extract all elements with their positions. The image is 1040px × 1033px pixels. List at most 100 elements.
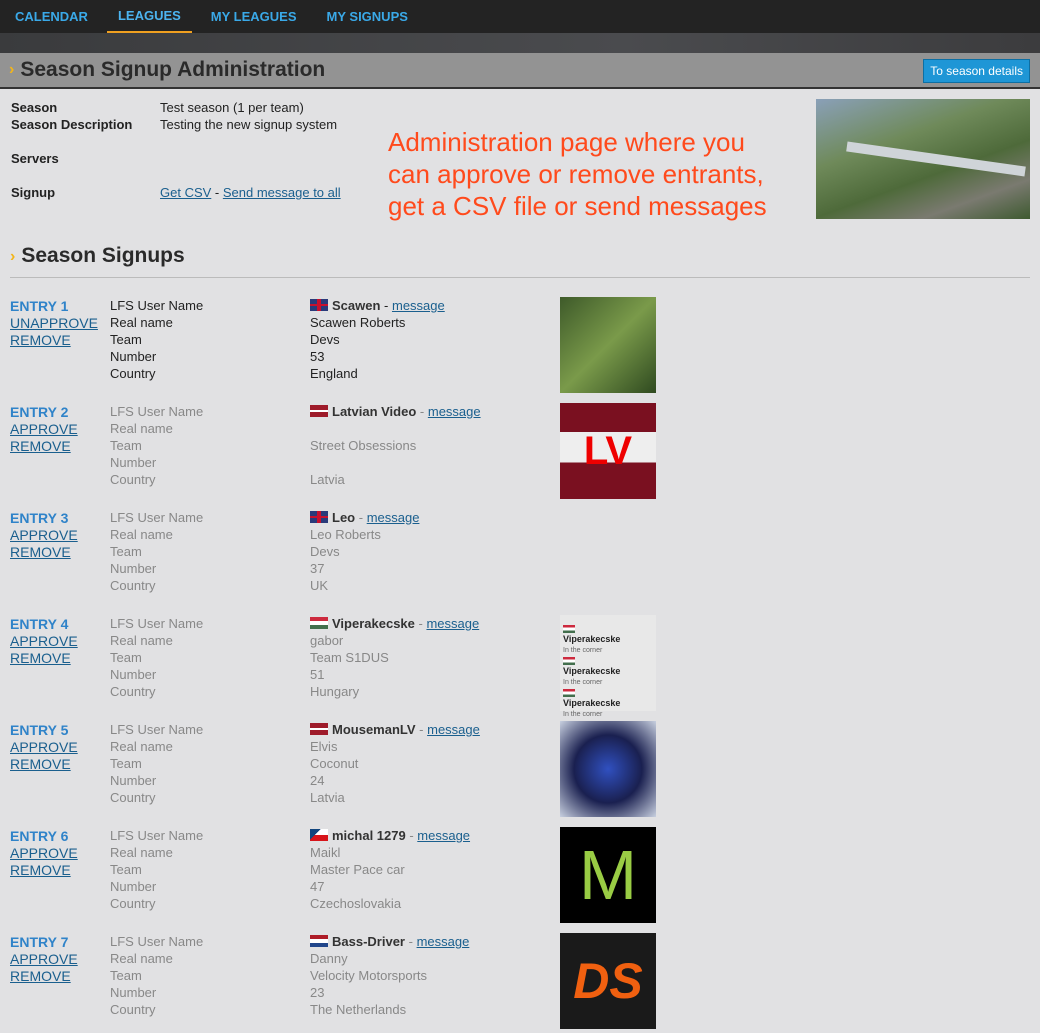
approve-link[interactable]: APPROVE xyxy=(10,421,78,438)
lfs-user-name: Leo xyxy=(332,510,356,525)
remove-link[interactable]: REMOVE xyxy=(10,756,78,773)
promo-line: get a CSV file or send messages xyxy=(388,191,767,221)
avatar-subtext: In the corner xyxy=(563,647,603,654)
user-name-row: MousemanLV - message xyxy=(310,721,480,738)
message-link[interactable]: message xyxy=(392,298,445,313)
nav-my-leagues[interactable]: MY LEAGUES xyxy=(200,0,308,33)
entry-title: ENTRY 7 xyxy=(10,934,69,950)
approve-link[interactable]: APPROVE xyxy=(10,739,78,756)
nav-my-signups[interactable]: MY SIGNUPS xyxy=(316,0,419,33)
field-label: Country xyxy=(110,472,156,487)
flag-icon xyxy=(310,299,328,311)
field-label: Team xyxy=(110,862,142,877)
desc-value: Testing the new signup system xyxy=(160,117,338,132)
send-message-all-link[interactable]: Send message to all xyxy=(223,185,341,200)
user-name-row: Leo - message xyxy=(310,509,419,526)
message-link[interactable]: message xyxy=(426,616,479,631)
field-real: Leo Roberts xyxy=(310,527,381,542)
field-number: 47 xyxy=(310,879,325,894)
user-name-row: michal 1279 - message xyxy=(310,827,470,844)
avatar: DS xyxy=(560,933,656,1029)
field-label: Real name xyxy=(110,633,173,648)
avatar-text: Viperakecske xyxy=(563,634,621,644)
signups-header: › Season Signups xyxy=(10,244,1030,278)
avatar: LV xyxy=(560,403,656,499)
chevron-icon: › xyxy=(9,61,15,78)
field-country: UK xyxy=(310,578,329,593)
page-title: Season Signup Administration xyxy=(20,58,326,81)
signup-entry: ENTRY 6 APPROVE REMOVE LFS User Name Real na… xyxy=(10,827,660,927)
field-number: 23 xyxy=(310,985,325,1000)
approve-link[interactable]: APPROVE xyxy=(10,845,78,862)
message-link[interactable]: message xyxy=(417,828,470,843)
remove-link[interactable]: REMOVE xyxy=(10,332,98,349)
lfs-user-name: michal 1279 xyxy=(332,828,406,843)
field-real: Maikl xyxy=(310,845,341,860)
field-team: Devs xyxy=(310,544,340,559)
field-real: Danny xyxy=(310,951,348,966)
flag-icon xyxy=(563,689,575,697)
entry-title: ENTRY 4 xyxy=(10,616,69,632)
title-bar: › Season Signup Administration To season… xyxy=(0,53,1040,89)
flag-icon xyxy=(563,625,575,633)
field-team: Devs xyxy=(310,332,340,347)
flag-icon xyxy=(310,829,328,841)
signup-entry: ENTRY 3 APPROVE REMOVE LFS User Name Real na… xyxy=(10,509,660,609)
message-link[interactable]: message xyxy=(417,934,470,949)
field-label: Number xyxy=(110,773,157,788)
field-label: Real name xyxy=(110,527,173,542)
remove-link[interactable]: REMOVE xyxy=(10,650,78,667)
signup-label: Signup xyxy=(11,185,56,200)
entry-title: ENTRY 5 xyxy=(10,722,69,738)
avatar: M xyxy=(560,827,656,923)
remove-link[interactable]: REMOVE xyxy=(10,862,78,879)
message-link[interactable]: message xyxy=(367,510,420,525)
unapprove-link[interactable]: UNAPPROVE xyxy=(10,315,98,332)
nav-calendar[interactable]: CALENDAR xyxy=(4,0,99,33)
season-details-button[interactable]: To season details xyxy=(923,59,1030,83)
field-label: Team xyxy=(110,332,142,347)
field-label: Real name xyxy=(110,315,173,330)
field-real: Elvis xyxy=(310,739,338,754)
get-csv-link[interactable]: Get CSV xyxy=(160,185,211,200)
user-name-row: Scawen - message xyxy=(310,297,445,314)
flag-icon xyxy=(310,511,328,523)
field-number: 51 xyxy=(310,667,325,682)
message-link[interactable]: message xyxy=(428,404,481,419)
servers-label: Servers xyxy=(11,151,59,166)
field-country: Hungary xyxy=(310,684,360,699)
avatar xyxy=(560,721,656,817)
message-link[interactable]: message xyxy=(427,722,480,737)
field-country: The Netherlands xyxy=(310,1002,407,1017)
user-name-row: Bass-Driver - message xyxy=(310,933,469,950)
nav-leagues[interactable]: LEAGUES xyxy=(106,0,192,33)
field-label: Real name xyxy=(110,739,173,754)
season-value: Test season (1 per team) xyxy=(160,100,304,115)
avatar-subtext: In the corner xyxy=(563,711,603,718)
field-country: Latvia xyxy=(310,472,345,487)
field-label: LFS User Name xyxy=(110,404,204,419)
remove-link[interactable]: REMOVE xyxy=(10,968,78,985)
approve-link[interactable]: APPROVE xyxy=(10,633,78,650)
field-number: 37 xyxy=(310,561,325,576)
avatar-text: Viperakecske xyxy=(563,666,621,676)
promo-text: Administration page where you can approv… xyxy=(388,126,767,222)
approve-link[interactable]: APPROVE xyxy=(10,951,78,968)
lfs-user-name: Latvian Video xyxy=(332,404,417,419)
field-label: Real name xyxy=(110,421,173,436)
flag-icon xyxy=(310,617,328,629)
lfs-user-name: MousemanLV xyxy=(332,722,416,737)
field-team: Team S1DUS xyxy=(310,650,389,665)
approve-link[interactable]: APPROVE xyxy=(10,527,78,544)
remove-link[interactable]: REMOVE xyxy=(10,544,78,561)
field-real: Scawen Roberts xyxy=(310,315,406,330)
field-label: Team xyxy=(110,650,142,665)
user-name-row: Latvian Video - message xyxy=(310,403,481,420)
promo-line: Administration page where you xyxy=(388,127,745,157)
top-nav: CALENDAR LEAGUES MY LEAGUES MY SIGNUPS xyxy=(0,0,1040,33)
field-label: LFS User Name xyxy=(110,298,204,313)
field-label: LFS User Name xyxy=(110,934,204,949)
field-label: Country xyxy=(110,790,156,805)
remove-link[interactable]: REMOVE xyxy=(10,438,78,455)
field-label: Number xyxy=(110,561,157,576)
